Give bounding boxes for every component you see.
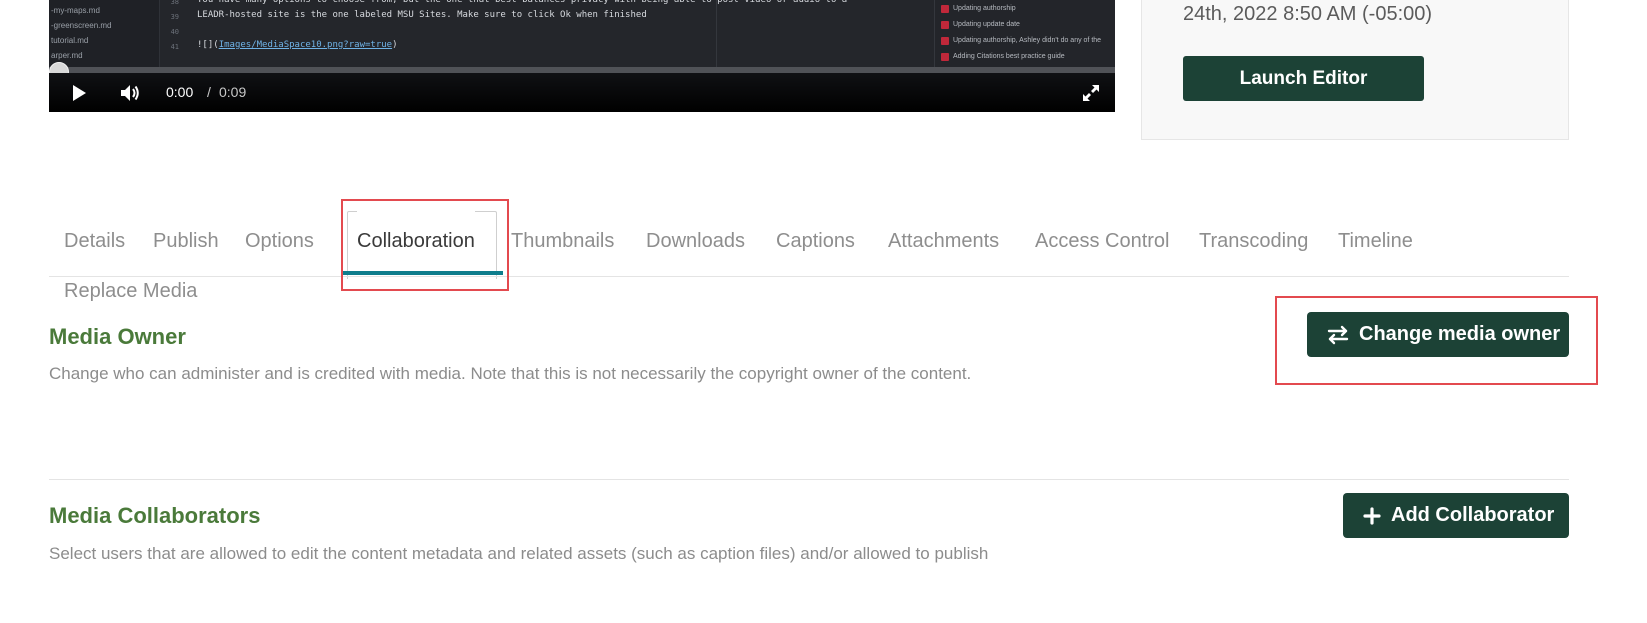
- line-number: 41: [170, 43, 179, 51]
- video-frame: -my-maps.md -greenscreen.md tutorial.md …: [49, 0, 1115, 68]
- tab-access-control[interactable]: Access Control: [1035, 205, 1170, 277]
- volume-icon[interactable]: [119, 82, 141, 104]
- tab-options[interactable]: Options: [245, 205, 314, 277]
- current-time: 0:00: [166, 84, 194, 100]
- pane-divider: [716, 0, 717, 68]
- commit-item: Updating authorship, Ashley didn't do an…: [935, 33, 1115, 49]
- code-line: You have many options to choose from, bu…: [197, 0, 848, 5]
- code-text: You have many options to choose from, bu…: [197, 0, 848, 68]
- media-info-card: 24th, 2022 8:50 AM (-05:00) Launch Edito…: [1141, 0, 1569, 140]
- player-controls: 0:00 / 0:09: [49, 73, 1115, 112]
- tab-details[interactable]: Details: [64, 205, 125, 277]
- tab-transcoding[interactable]: Transcoding: [1199, 205, 1308, 277]
- updated-date: 24th, 2022 8:50 AM (-05:00): [1183, 3, 1433, 25]
- commit-item: Updating authorship: [935, 1, 1115, 17]
- tab-captions[interactable]: Captions: [776, 205, 855, 277]
- tab-thumbnails[interactable]: Thumbnails: [511, 205, 614, 277]
- line-number: 38: [170, 0, 179, 6]
- duration: 0:09: [219, 84, 247, 100]
- line-number: 40: [170, 28, 179, 36]
- add-collaborator-button[interactable]: Add Collaborator: [1343, 493, 1569, 538]
- media-collaborators-title: Media Collaborators: [49, 503, 261, 528]
- tab-attachments[interactable]: Attachments: [888, 205, 999, 277]
- file-tree-item: -my-maps.md: [51, 6, 100, 15]
- media-owner-title: Media Owner: [49, 324, 186, 349]
- time-separator: /: [207, 84, 211, 100]
- commit-list: Updating authorship Updating update date…: [934, 0, 1115, 68]
- media-collaborators-description: Select users that are allowed to edit th…: [49, 544, 989, 563]
- fullscreen-icon[interactable]: [1081, 83, 1101, 103]
- code-line: LEADR-hosted site is the one labeled MSU…: [197, 10, 647, 20]
- line-number: 39: [170, 13, 179, 21]
- video-file-tree: -my-maps.md -greenscreen.md tutorial.md …: [49, 0, 160, 68]
- section-divider: [49, 479, 1569, 480]
- highlight-box-change-owner: [1275, 296, 1598, 385]
- tab-downloads[interactable]: Downloads: [646, 205, 745, 277]
- video-player[interactable]: -my-maps.md -greenscreen.md tutorial.md …: [49, 0, 1115, 112]
- launch-editor-button[interactable]: Launch Editor: [1183, 56, 1424, 101]
- tab-publish[interactable]: Publish: [153, 205, 219, 277]
- add-collaborator-label: Add Collaborator: [1391, 504, 1555, 526]
- tabs-divider: [49, 276, 1569, 277]
- code-line: ![](Images/MediaSpace10.png?raw=true): [197, 40, 398, 50]
- file-tree-item: -greenscreen.md: [51, 21, 112, 30]
- commit-item: Updating update date: [935, 17, 1115, 33]
- highlight-box-collaboration-tab: [341, 199, 509, 291]
- play-icon[interactable]: [69, 83, 89, 103]
- commit-item: Adding Citations best practice guide: [935, 49, 1115, 65]
- file-tree-item: tutorial.md: [51, 36, 89, 45]
- tab-replace-media[interactable]: Replace Media: [64, 280, 197, 303]
- plus-icon: [1363, 493, 1381, 538]
- code-image-link: Images/MediaSpace10.png?raw=true: [218, 40, 393, 50]
- code-line-numbers: 38 39 40 41: [161, 0, 183, 68]
- media-owner-description: Change who can administer and is credite…: [49, 364, 972, 383]
- file-tree-item: arper.md: [51, 51, 83, 60]
- tab-timeline[interactable]: Timeline: [1338, 205, 1413, 277]
